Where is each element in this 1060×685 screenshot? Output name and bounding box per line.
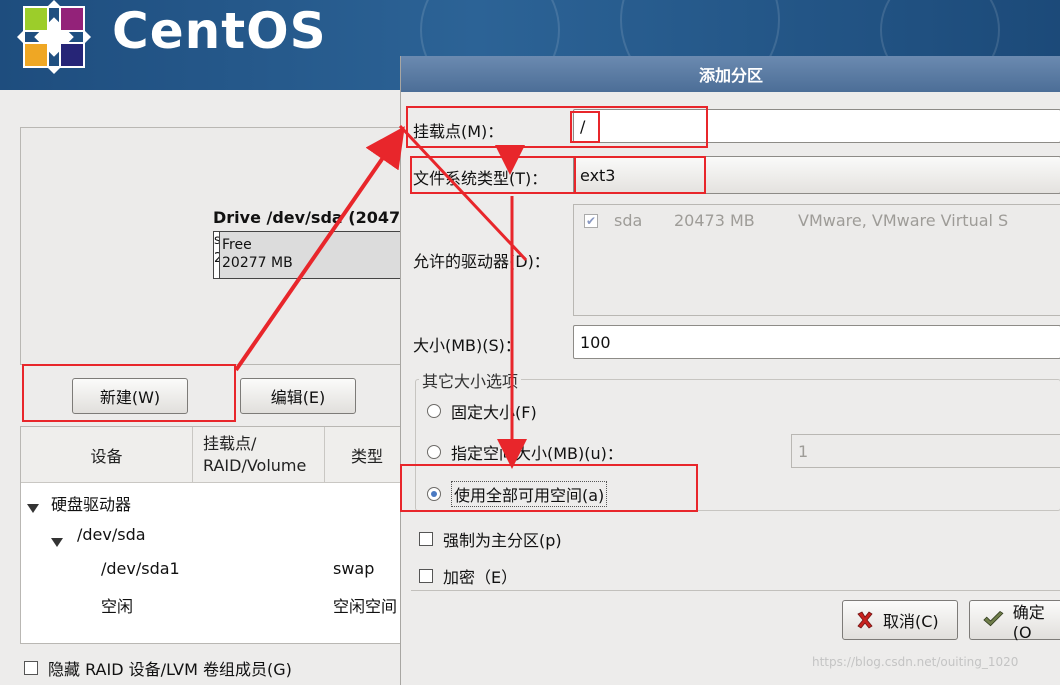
force-primary-checkbox[interactable]: 强制为主分区(p) bbox=[419, 527, 562, 551]
hide-raid-checkbox[interactable]: 隐藏 RAID 设备/LVM 卷组成员(G) bbox=[24, 656, 292, 680]
ok-check-icon bbox=[983, 610, 1004, 627]
row-device: /dev/sda1 bbox=[101, 559, 180, 578]
cancel-label: 取消(C) bbox=[883, 612, 939, 631]
force-primary-label: 强制为主分区(p) bbox=[443, 531, 562, 550]
cancel-x-icon bbox=[857, 611, 873, 629]
partition-table: 设备 挂载点/ RAID/Volume 类型 硬盘驱动器 /dev/sda /d… bbox=[20, 426, 401, 644]
table-row[interactable]: 硬盘驱动器 bbox=[21, 485, 401, 519]
highlight-mount-value bbox=[570, 111, 600, 143]
allowed-drives-list[interactable]: ✔ sda 20473 MB VMware, VMware Virtual S bbox=[573, 204, 1060, 316]
opt-fixed-size[interactable]: 固定大小(F) bbox=[427, 399, 537, 423]
dialog-separator bbox=[411, 590, 1060, 591]
drive-name: sda bbox=[614, 211, 643, 230]
encrypt-label: 加密（E） bbox=[443, 568, 518, 587]
drive-segment-swap[interactable]: s2 bbox=[214, 232, 220, 278]
drive-graph[interactable]: s2 Free 20277 MB bbox=[213, 231, 413, 279]
expander-icon[interactable] bbox=[51, 532, 63, 551]
drive-title: Drive /dev/sda (2047 bbox=[213, 208, 401, 227]
highlight-fstype-label bbox=[410, 156, 576, 194]
size-label: 大小(MB)(S)： bbox=[413, 336, 521, 355]
col-type[interactable]: 类型 bbox=[325, 427, 401, 483]
table-header: 设备 挂载点/ RAID/Volume 类型 bbox=[21, 427, 401, 483]
table-row[interactable]: /dev/sda1 swap bbox=[21, 553, 401, 587]
allowed-drives-label: 允许的驱动器(D)： bbox=[413, 252, 550, 271]
size-input[interactable]: 100 bbox=[573, 325, 1060, 359]
add-partition-dialog: 添加分区 挂载点(M)： / 文件系统类型(T)： ext3 允许的驱动器(D)… bbox=[400, 56, 1060, 685]
hide-raid-label: 隐藏 RAID 设备/LVM 卷组成员(G) bbox=[48, 660, 292, 679]
other-size-group-label: 其它大小选项 bbox=[419, 368, 522, 392]
cancel-button[interactable]: 取消(C) bbox=[842, 600, 958, 640]
highlight-new-button bbox=[22, 364, 236, 422]
row-device: 硬盘驱动器 bbox=[51, 495, 132, 514]
edit-button[interactable]: 编辑(E) bbox=[240, 378, 356, 414]
checkbox-icon[interactable] bbox=[419, 532, 433, 546]
highlight-mount-point bbox=[406, 106, 708, 148]
upto-size-spinner[interactable]: 1 bbox=[791, 434, 1060, 468]
col-device[interactable]: 设备 bbox=[21, 427, 193, 483]
expander-icon[interactable] bbox=[27, 498, 39, 517]
highlight-fstype-value bbox=[574, 156, 706, 194]
drive-checked-icon[interactable]: ✔ bbox=[584, 214, 598, 228]
ok-button[interactable]: 确定(O bbox=[969, 600, 1060, 642]
opt-fixed-label: 固定大小(F) bbox=[451, 403, 537, 422]
brand-name: CentOS bbox=[112, 2, 327, 60]
row-device: /dev/sda bbox=[77, 525, 146, 544]
checkbox-icon[interactable] bbox=[24, 661, 38, 675]
encrypt-checkbox[interactable]: 加密（E） bbox=[419, 564, 517, 588]
drive-free-segment[interactable]: Free 20277 MB bbox=[222, 236, 293, 272]
radio-icon[interactable] bbox=[427, 404, 441, 418]
radio-icon[interactable] bbox=[427, 445, 441, 459]
centos-logo-icon bbox=[17, 0, 91, 74]
checkbox-icon[interactable] bbox=[419, 569, 433, 583]
highlight-fill-option bbox=[400, 464, 698, 512]
col-mount[interactable]: 挂载点/ RAID/Volume bbox=[193, 427, 325, 483]
opt-upto-size[interactable]: 指定空间大小(MB)(u)： bbox=[427, 440, 623, 464]
table-row[interactable]: 空闲 空闲空间 bbox=[21, 587, 401, 621]
dialog-title: 添加分区 bbox=[401, 56, 1060, 92]
drive-size: 20473 MB bbox=[674, 211, 755, 230]
col-mount-label: 挂载点/ RAID/Volume bbox=[203, 434, 307, 475]
drive-model: VMware, VMware Virtual S bbox=[798, 211, 1009, 230]
row-type: swap bbox=[333, 559, 375, 578]
row-device: 空闲 bbox=[101, 597, 134, 616]
row-type: 空闲空间 bbox=[333, 597, 398, 616]
ok-label: 确定(O bbox=[1012, 602, 1045, 642]
opt-upto-label: 指定空间大小(MB)(u)： bbox=[451, 444, 623, 463]
drive-free-size: 20277 MB bbox=[222, 255, 293, 271]
table-row[interactable]: /dev/sda bbox=[21, 519, 401, 553]
watermark: https://blog.csdn.net/ouiting_1020 bbox=[812, 655, 1019, 669]
drive-free-label: Free bbox=[222, 237, 252, 253]
